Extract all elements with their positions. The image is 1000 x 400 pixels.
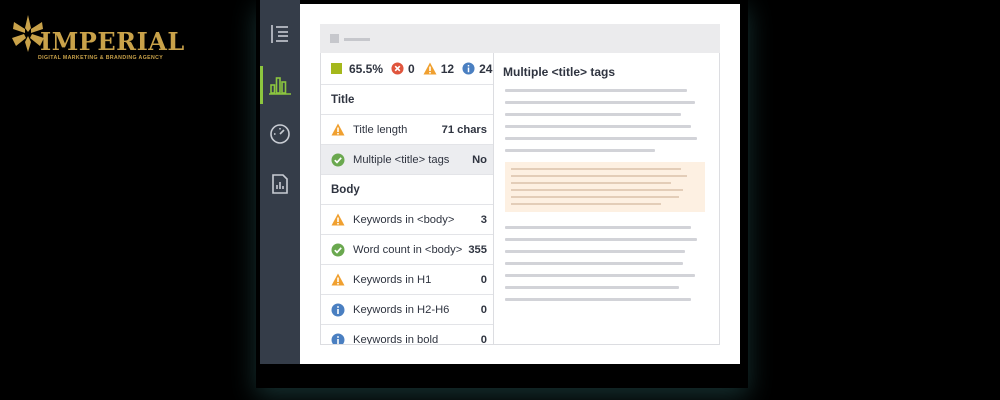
check-label: Multiple <title> tags — [353, 153, 450, 166]
brand-tagline: DIGITAL MARKETING & BRANDING AGENCY — [38, 55, 164, 61]
warning-count[interactable]: 12 — [423, 62, 454, 76]
check-value: No — [472, 153, 487, 166]
brand-logo: IMPERIAL DIGITAL MARKETING & BRANDING AG… — [8, 12, 184, 70]
score-value: 65.5% — [349, 61, 384, 76]
sidebar-item-outline[interactable] — [260, 14, 300, 54]
check-ok-icon — [331, 153, 345, 167]
sidebar-item-analysis[interactable] — [260, 65, 300, 105]
section-title: Title — [321, 85, 493, 115]
detail-title: Multiple <title> tags — [503, 65, 616, 79]
info-count[interactable]: 24 — [462, 62, 492, 76]
section-body: Body — [321, 175, 493, 205]
error-count-value: 0 — [408, 61, 415, 76]
check-keywords-in-h2-h6[interactable]: Keywords in H2-H6 0 — [321, 295, 493, 325]
check-value: 3 — [480, 213, 487, 226]
error-icon — [391, 62, 404, 75]
sidebar-item-performance[interactable] — [260, 114, 300, 154]
toolbar-line-placeholder — [344, 38, 370, 41]
brand-name: IMPERIAL — [40, 27, 185, 56]
sidebar-item-reports[interactable] — [260, 164, 300, 204]
sidebar-rail — [260, 0, 300, 364]
check-keywords-in-body[interactable]: Keywords in <body> 3 — [321, 205, 493, 235]
check-label: Keywords in H2-H6 — [353, 303, 450, 316]
check-label: Title length — [353, 123, 408, 136]
checks-list: 65.5% 0 12 24 Title Title length 71 char… — [321, 53, 494, 344]
check-word-count[interactable]: Word count in <body> 355 — [321, 235, 493, 265]
error-count[interactable]: 0 — [391, 62, 415, 76]
check-value: 0 — [480, 273, 487, 286]
warning-icon — [331, 213, 345, 227]
check-label: Keywords in H1 — [353, 273, 432, 286]
check-value: 71 chars — [441, 123, 487, 136]
check-value: 0 — [480, 333, 487, 345]
check-ok-icon — [331, 243, 345, 257]
warning-icon — [423, 62, 437, 75]
main-panel: 65.5% 0 12 24 Title Title length 71 char… — [300, 4, 740, 364]
check-title-length[interactable]: Title length 71 chars — [321, 115, 493, 145]
warning-count-value: 12 — [440, 61, 455, 76]
detail-highlight-block — [505, 162, 705, 212]
report-document-icon — [272, 174, 288, 194]
detail-text-placeholder-2 — [505, 226, 705, 310]
check-multiple-title-tags[interactable]: Multiple <title> tags No — [321, 145, 493, 175]
check-keywords-in-bold[interactable]: Keywords in bold 0 — [321, 325, 493, 344]
warning-icon — [331, 123, 345, 137]
results-card: 65.5% 0 12 24 Title Title length 71 char… — [320, 53, 720, 345]
detail-pane: Multiple <title> tags — [494, 53, 719, 344]
speedometer-icon — [270, 124, 290, 144]
check-value: 0 — [480, 303, 487, 316]
check-label: Word count in <body> — [353, 243, 463, 256]
score-swatch — [331, 63, 342, 74]
info-icon — [331, 303, 345, 317]
detail-text-placeholder-1 — [505, 89, 705, 161]
check-keywords-in-h1[interactable]: Keywords in H1 0 — [321, 265, 493, 295]
info-icon — [331, 333, 345, 344]
check-label: Keywords in <body> — [353, 213, 455, 226]
warning-icon — [331, 273, 345, 287]
toolbar-square-placeholder — [330, 34, 339, 43]
list-outline-icon — [271, 25, 288, 43]
check-label: Keywords in bold — [353, 333, 439, 345]
bar-chart-icon — [269, 77, 291, 95]
check-value: 355 — [468, 243, 487, 256]
info-count-value: 24 — [479, 61, 493, 76]
summary-bar: 65.5% 0 12 24 — [321, 53, 493, 85]
info-icon — [462, 62, 475, 75]
panel-toolbar — [320, 24, 720, 53]
